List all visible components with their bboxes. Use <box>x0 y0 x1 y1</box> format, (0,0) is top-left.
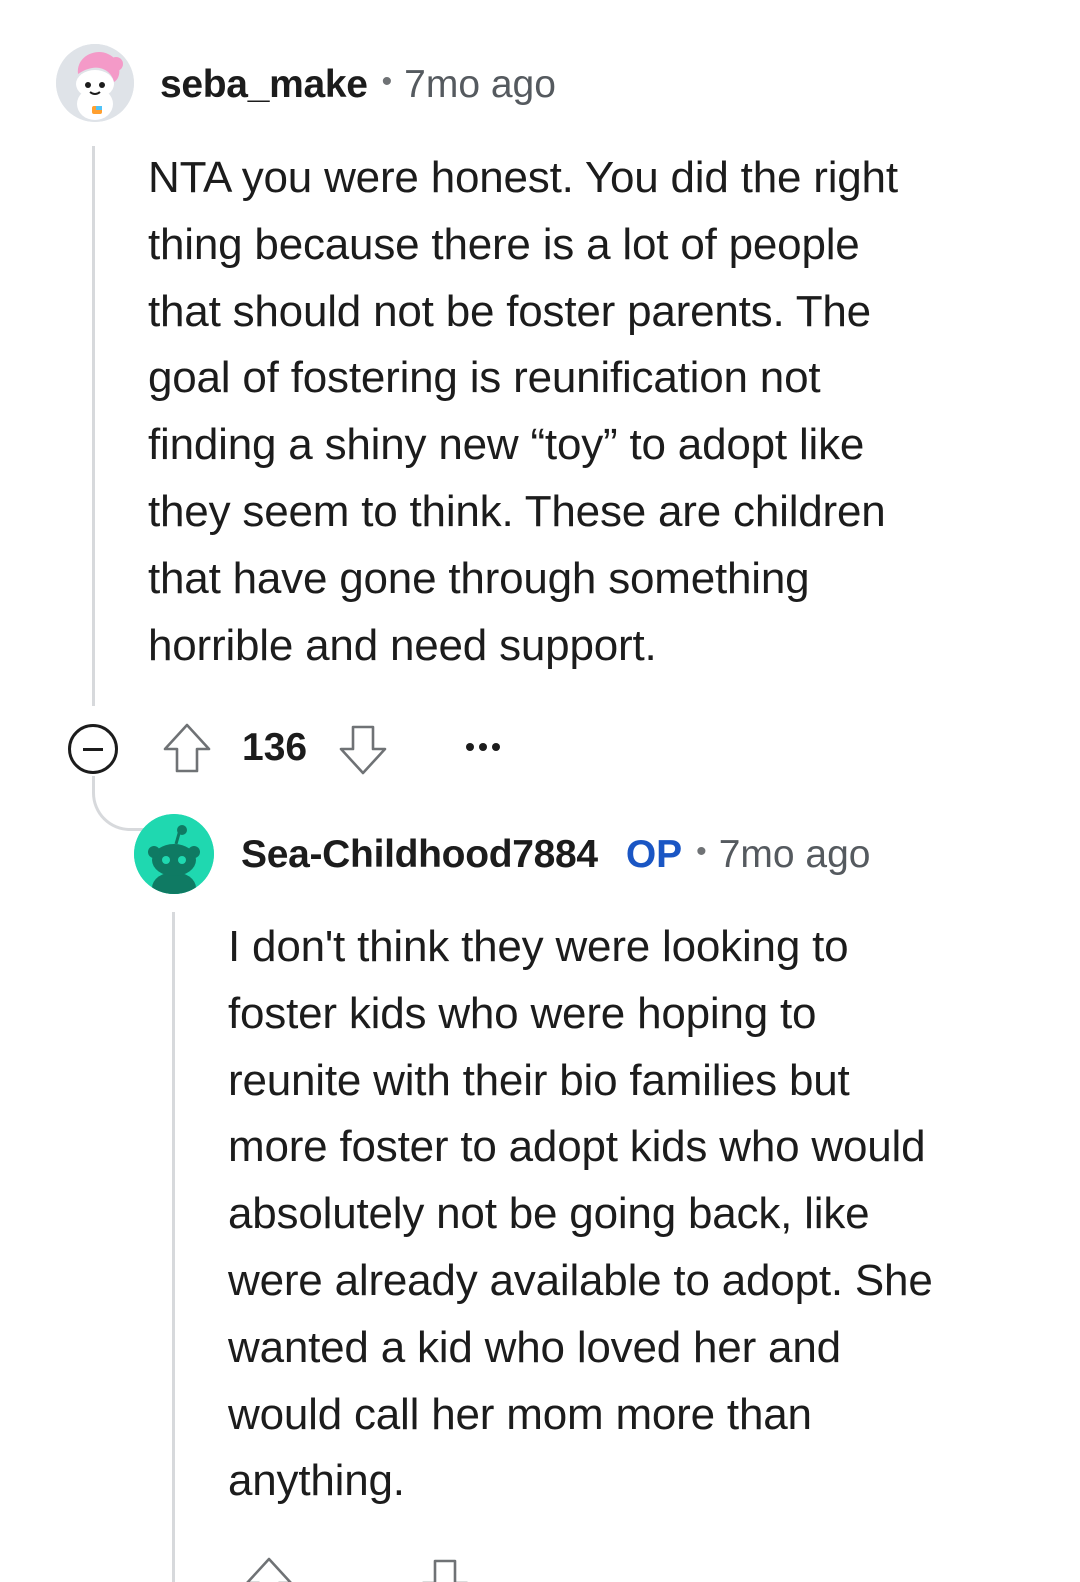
body-line: they seem to think. These are children <box>148 486 886 536</box>
body-line: I don't think they were looking to <box>228 922 849 971</box>
body-line: reunite with their bio families but <box>228 1055 850 1105</box>
thread-line-top[interactable] <box>92 146 95 706</box>
body-line: horrible and need support. <box>148 620 657 670</box>
username[interactable]: seba_make <box>160 63 368 107</box>
more-dot <box>479 743 487 751</box>
snoo-avatar-default-green-icon <box>134 814 214 894</box>
comment-thread: seba_make • 7mo ago NTA you were honest.… <box>0 0 1080 1582</box>
more-options-icon[interactable] <box>466 743 500 751</box>
upvote-arrow-icon[interactable] <box>162 722 212 774</box>
body-line: NTA you were honest. You did the right <box>148 153 898 202</box>
timestamp[interactable]: 7mo ago <box>719 833 871 877</box>
body-line: wanted a kid who loved her and <box>228 1322 841 1372</box>
downvote-arrow-icon[interactable] <box>338 724 388 776</box>
comment-body: I don't think they were looking to foste… <box>228 914 1058 1515</box>
timestamp[interactable]: 7mo ago <box>404 63 556 107</box>
upvote-arrow-icon[interactable] <box>244 1556 294 1582</box>
meta-separator: • <box>381 65 393 98</box>
body-line: goal of fostering is reunification not <box>148 353 821 403</box>
comment-header: Sea-Childhood7884 OP • 7mo ago <box>241 830 870 880</box>
body-line: anything. <box>228 1456 405 1506</box>
thread-line-reply[interactable] <box>172 912 175 1582</box>
body-line: foster kids who were hoping to <box>228 988 817 1038</box>
collapse-minus-icon[interactable] <box>68 724 118 774</box>
comment-body: NTA you were honest. You did the right t… <box>148 145 1048 679</box>
avatar[interactable] <box>134 814 214 894</box>
body-line: were already available to adopt. She <box>228 1255 933 1305</box>
comment-header: seba_make • 7mo ago <box>160 60 556 110</box>
thread-connector <box>92 776 155 831</box>
body-line: that have gone through something <box>148 553 810 603</box>
body-line: would call her mom more than <box>228 1389 812 1439</box>
op-badge: OP <box>625 833 683 876</box>
more-dot <box>492 743 500 751</box>
meta-separator: • <box>696 835 707 868</box>
username[interactable]: Sea-Childhood7884 <box>241 833 598 877</box>
body-line: that should not be foster parents. The <box>148 286 871 336</box>
downvote-arrow-icon[interactable] <box>420 1558 470 1582</box>
body-line: absolutely not be going back, like <box>228 1189 870 1239</box>
snoo-avatar-pink-hair-icon <box>56 44 134 122</box>
more-dot <box>466 743 474 751</box>
body-line: more foster to adopt kids who would <box>228 1122 926 1172</box>
body-line: finding a shiny new “toy” to adopt like <box>148 420 865 470</box>
vote-score: 136 <box>242 726 308 769</box>
avatar[interactable] <box>56 44 134 122</box>
body-line: thing because there is a lot of people <box>148 219 860 269</box>
